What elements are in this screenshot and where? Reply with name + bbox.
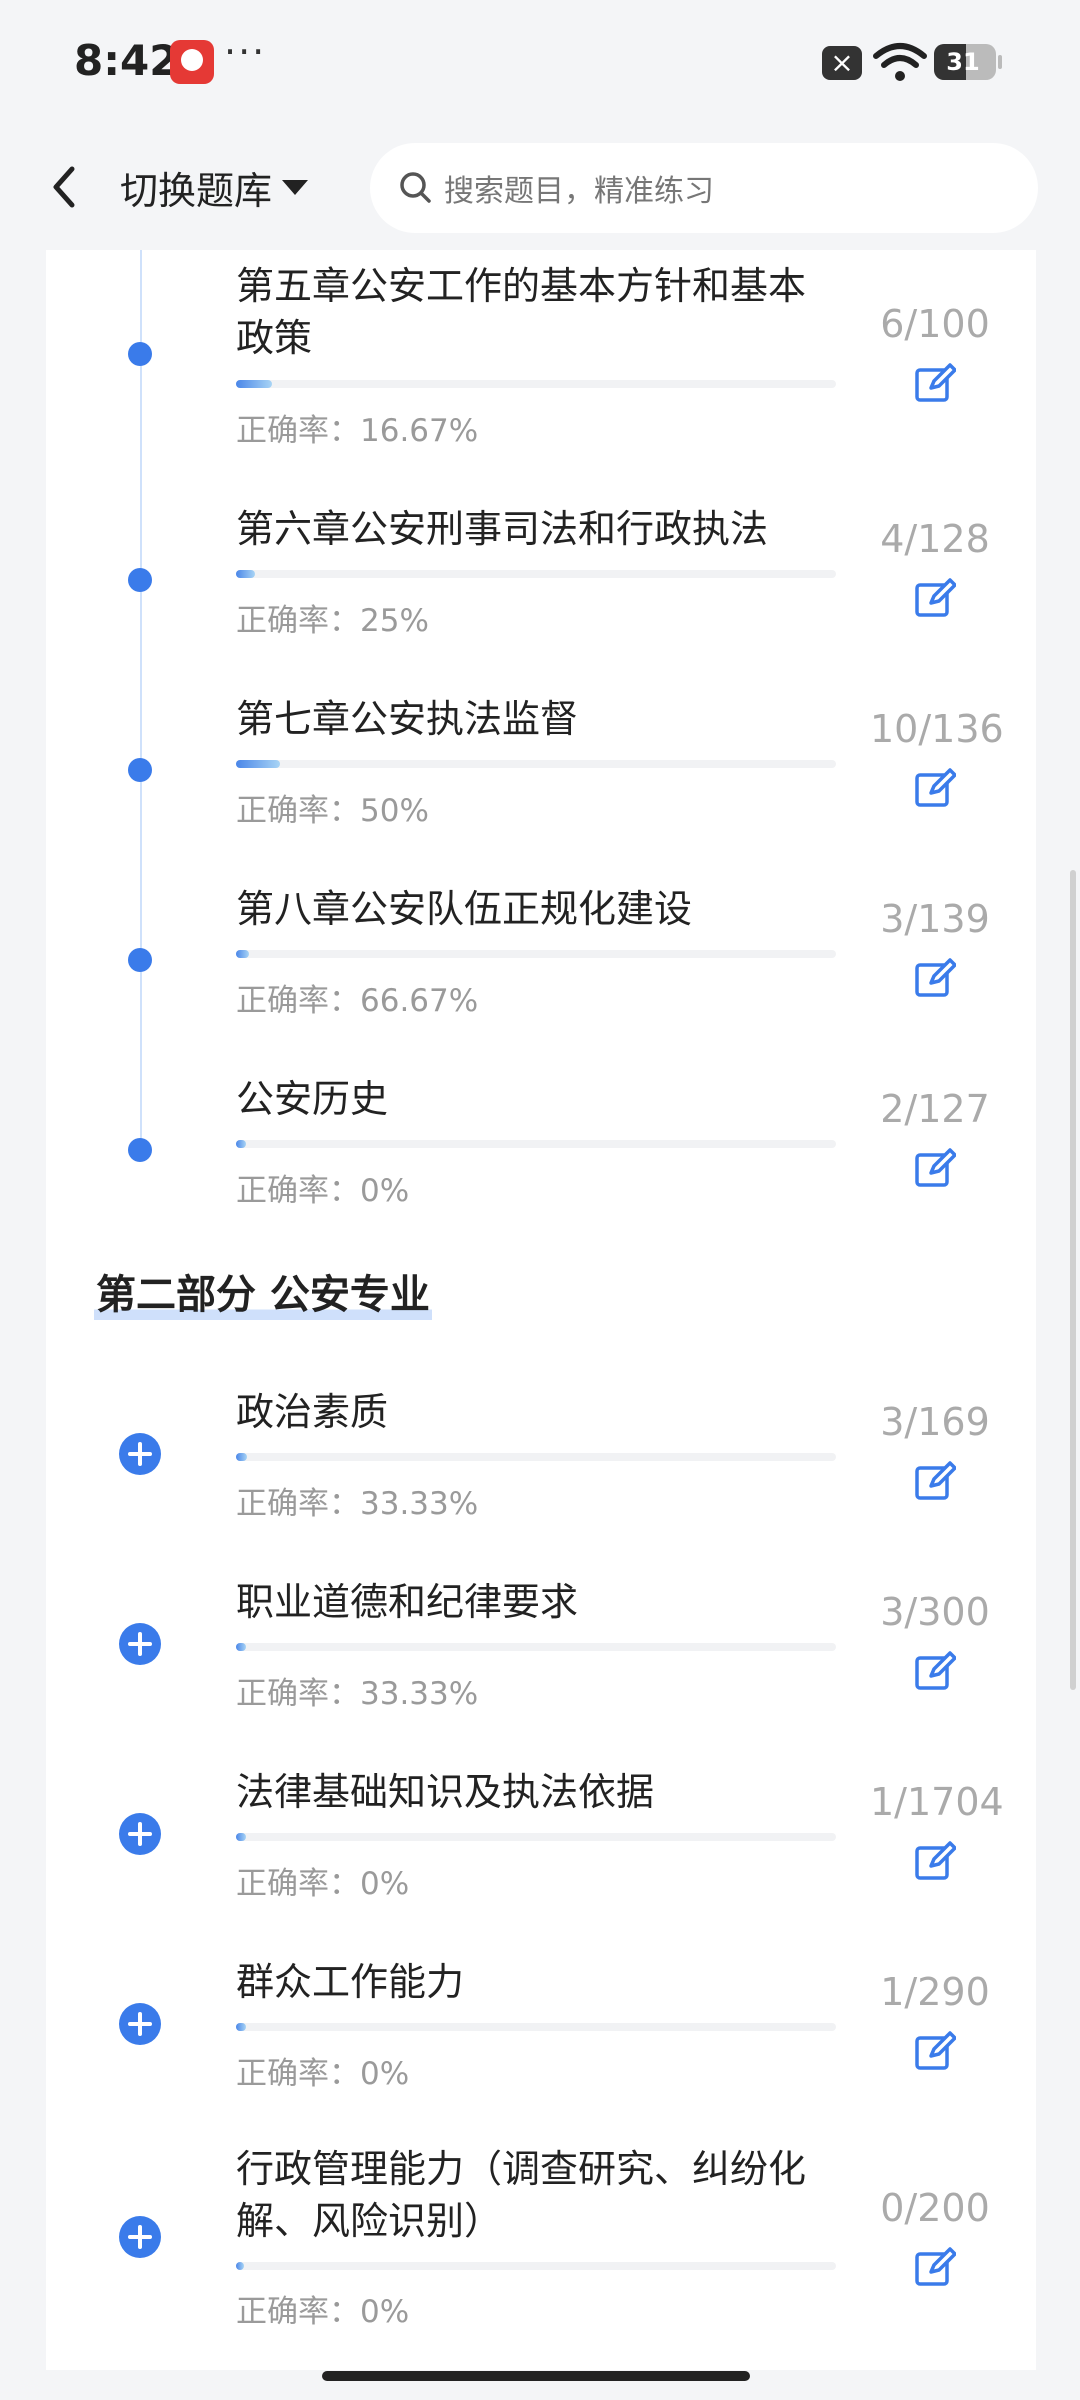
progress-fill — [236, 950, 250, 958]
chapter-title: 职业道德和纪律要求 — [236, 1580, 579, 1624]
chapter-title: 群众工作能力 — [236, 1960, 465, 2004]
progress-fill — [236, 1453, 247, 1461]
top-nav-bar: 切换题库 搜索题目，精准练习 — [0, 125, 1080, 250]
timeline-line — [140, 250, 142, 1140]
wifi-icon — [873, 43, 927, 81]
progress-bar — [236, 1833, 836, 1841]
question-count: 1/290 — [880, 1970, 990, 2014]
progress-bar — [236, 380, 836, 388]
timeline-dot — [128, 342, 152, 366]
progress-fill — [236, 1140, 246, 1148]
progress-bar — [236, 1453, 836, 1461]
switch-bank-label: 切换题库 — [120, 168, 273, 213]
edit-icon[interactable] — [914, 1147, 956, 1189]
timeline-dot — [128, 568, 152, 592]
progress-bar — [236, 760, 836, 768]
accuracy-text: 正确率：25% — [236, 603, 429, 639]
progress-bar — [236, 2262, 836, 2270]
search-icon — [400, 172, 431, 203]
accuracy-text: 正确率：0% — [236, 2056, 410, 2092]
progress-fill — [236, 2023, 246, 2031]
question-count: 3/139 — [880, 897, 990, 941]
edit-icon[interactable] — [914, 1650, 956, 1692]
expand-plus-icon[interactable] — [119, 1813, 161, 1855]
question-count: 4/128 — [880, 517, 990, 561]
edit-icon[interactable] — [914, 2030, 956, 2072]
progress-fill — [236, 2262, 244, 2270]
battery-level: 31 — [946, 48, 980, 76]
edit-icon[interactable] — [914, 1460, 956, 1502]
progress-fill — [236, 570, 255, 578]
chapter-title: 第六章公安刑事司法和行政执法 — [236, 507, 769, 551]
accuracy-text: 正确率：33.33% — [236, 1676, 479, 1712]
timeline-dot — [128, 948, 152, 972]
edit-icon[interactable] — [914, 957, 956, 999]
accuracy-text: 正确率：33.33% — [236, 1486, 479, 1522]
scrollbar[interactable] — [1070, 870, 1076, 1690]
question-count: 2/127 — [880, 1087, 990, 1131]
edit-icon[interactable] — [914, 2246, 956, 2288]
chapter-title: 政治素质 — [236, 1390, 389, 1434]
accuracy-text: 正确率：0% — [236, 1173, 410, 1209]
search-placeholder: 搜索题目，精准练习 — [444, 174, 714, 209]
chapter-title: 法律基础知识及执法依据 — [236, 1770, 655, 1814]
status-bar: 8:42 ··· × 31 — [0, 0, 1080, 125]
question-count: 3/300 — [880, 1590, 990, 1634]
edit-icon[interactable] — [914, 577, 956, 619]
question-count: 6/100 — [880, 302, 990, 346]
question-count: 1/1704 — [870, 1780, 1004, 1824]
edit-icon[interactable] — [914, 767, 956, 809]
progress-fill — [236, 760, 281, 768]
progress-bar — [236, 950, 836, 958]
question-count: 0/200 — [880, 2186, 990, 2230]
chapter-title: 第五章公安工作的基本方针和基本政策 — [236, 264, 807, 360]
question-count: 3/169 — [880, 1400, 990, 1444]
accuracy-text: 正确率：0% — [236, 2294, 410, 2330]
switch-bank-dropdown[interactable]: 切换题库 — [120, 159, 309, 215]
progress-fill — [236, 1643, 246, 1651]
more-notifications-icon: ··· — [224, 30, 267, 74]
progress-bar — [236, 1140, 836, 1148]
timeline-dot — [128, 758, 152, 782]
progress-bar — [236, 570, 836, 578]
progress-fill — [236, 1833, 246, 1841]
section-title: 第二部分 公安专业 — [94, 1262, 432, 1320]
clock: 8:42 — [74, 36, 179, 85]
timeline-dot — [128, 1138, 152, 1162]
expand-plus-icon[interactable] — [119, 1433, 161, 1475]
app-notification-icon — [170, 40, 214, 84]
chapter-title: 公安历史 — [236, 1077, 389, 1121]
accuracy-text: 正确率：66.67% — [236, 983, 479, 1019]
home-indicator[interactable] — [322, 2371, 750, 2381]
search-input[interactable]: 搜索题目，精准练习 — [370, 143, 1038, 233]
progress-bar — [236, 2023, 836, 2031]
caret-down-icon — [282, 179, 309, 195]
edit-icon[interactable] — [914, 1840, 956, 1882]
expand-plus-icon[interactable] — [119, 1623, 161, 1665]
progress-bar — [236, 1643, 836, 1651]
chapter-title: 第八章公安队伍正规化建设 — [236, 887, 693, 931]
progress-fill — [236, 380, 272, 388]
battery-tip — [998, 55, 1002, 69]
question-count: 10/136 — [870, 707, 1004, 751]
back-arrow-icon[interactable] — [36, 157, 92, 217]
accuracy-text: 正确率：0% — [236, 1866, 410, 1902]
expand-plus-icon[interactable] — [119, 2003, 161, 2045]
edit-icon[interactable] — [914, 362, 956, 404]
accuracy-text: 正确率：50% — [236, 793, 429, 829]
battery-icon: 31 — [934, 44, 996, 80]
accuracy-text: 正确率：16.67% — [236, 413, 479, 449]
expand-plus-icon[interactable] — [119, 2216, 161, 2258]
chapter-title: 第七章公安执法监督 — [236, 697, 579, 741]
no-sim-icon: × — [822, 46, 862, 80]
chapter-title: 行政管理能力（调查研究、纠纷化解、风险识别） — [236, 2147, 807, 2243]
